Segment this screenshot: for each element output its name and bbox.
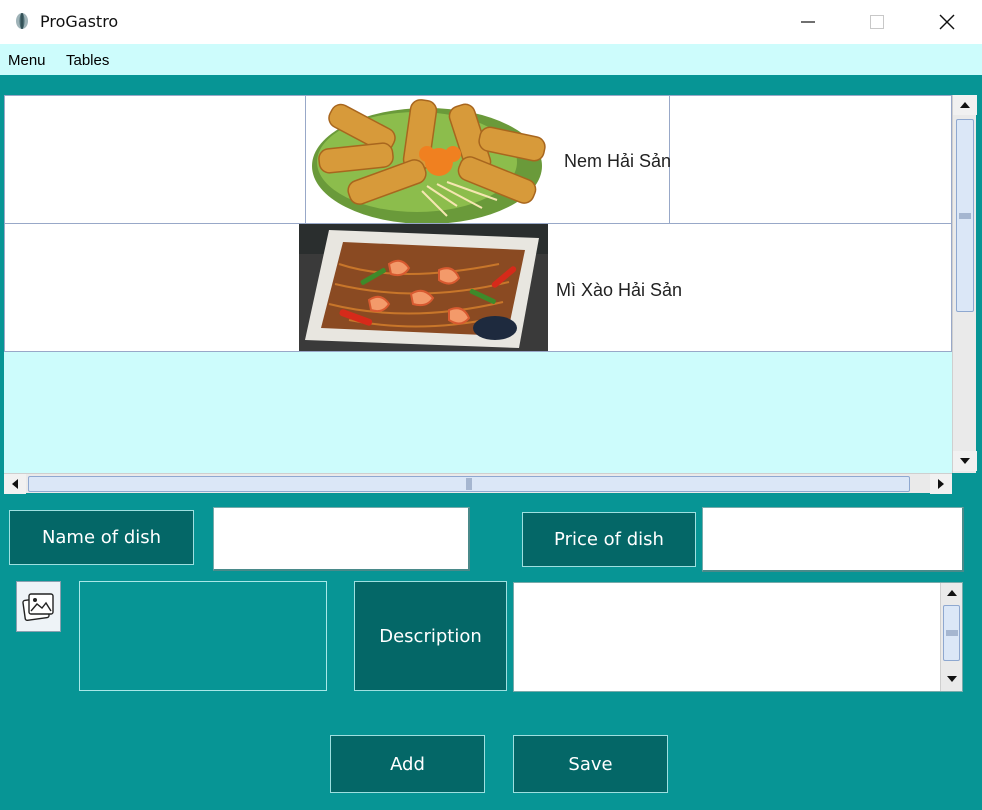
description-textarea[interactable] bbox=[513, 582, 963, 692]
menu-item-tables[interactable]: Tables bbox=[66, 52, 109, 69]
dish-table: Nem Hải Sản Mì Xào Hải Sản bbox=[4, 95, 952, 473]
dish-price-input[interactable] bbox=[702, 507, 964, 572]
menu-item-menu[interactable]: Menu bbox=[8, 52, 46, 69]
table-horizontal-scrollbar[interactable] bbox=[4, 473, 952, 494]
close-icon bbox=[939, 14, 955, 30]
scroll-up-button[interactable] bbox=[953, 95, 977, 115]
scroll-thumb[interactable] bbox=[28, 476, 910, 492]
caret-right-icon bbox=[938, 479, 944, 489]
description-label: Description bbox=[354, 581, 507, 691]
grip-icon bbox=[466, 478, 472, 490]
price-of-dish-label: Price of dish bbox=[522, 512, 696, 567]
dish-name: Mì Xào Hải Sản bbox=[556, 280, 683, 300]
caret-down-icon bbox=[960, 458, 970, 464]
fried-spring-rolls-image bbox=[307, 96, 551, 223]
minimize-icon bbox=[801, 21, 815, 23]
maximize-icon bbox=[870, 15, 884, 29]
scroll-left-button[interactable] bbox=[4, 474, 26, 494]
image-gallery-icon bbox=[21, 592, 54, 621]
caret-up-icon bbox=[947, 590, 957, 596]
scroll-down-button[interactable] bbox=[941, 669, 963, 689]
scroll-thumb[interactable] bbox=[943, 605, 960, 661]
save-button[interactable]: Save bbox=[513, 735, 668, 793]
name-of-dish-label: Name of dish bbox=[9, 510, 194, 565]
minimize-button[interactable] bbox=[776, 0, 840, 44]
description-scrollbar[interactable] bbox=[940, 583, 962, 691]
caret-left-icon bbox=[12, 479, 18, 489]
caret-up-icon bbox=[960, 102, 970, 108]
caret-down-icon bbox=[947, 676, 957, 682]
menu-bar: Menu Tables bbox=[0, 44, 982, 75]
seafood-stir-fried-noodles-image bbox=[299, 224, 548, 351]
maximize-button[interactable] bbox=[845, 0, 909, 44]
table-row[interactable]: Nem Hải Sản bbox=[4, 95, 952, 224]
dish-name: Nem Hải Sản bbox=[564, 151, 672, 171]
title-bar: ProGastro bbox=[0, 0, 982, 44]
choose-image-button[interactable] bbox=[16, 581, 61, 632]
scroll-down-button[interactable] bbox=[953, 451, 977, 471]
table-row[interactable]: Mì Xào Hải Sản bbox=[4, 223, 952, 352]
close-button[interactable] bbox=[915, 0, 979, 44]
dish-name-input[interactable] bbox=[213, 507, 470, 571]
scroll-thumb[interactable] bbox=[956, 119, 974, 312]
cell-divider bbox=[305, 96, 306, 223]
grip-icon bbox=[945, 630, 958, 636]
scroll-up-button[interactable] bbox=[941, 583, 963, 603]
add-button[interactable]: Add bbox=[330, 735, 485, 793]
scroll-right-button[interactable] bbox=[930, 474, 952, 494]
grip-icon bbox=[959, 213, 971, 218]
app-logo-icon bbox=[16, 13, 28, 29]
window-title: ProGastro bbox=[40, 12, 119, 31]
dish-image-preview bbox=[79, 581, 327, 691]
table-vertical-scrollbar[interactable] bbox=[952, 95, 977, 473]
